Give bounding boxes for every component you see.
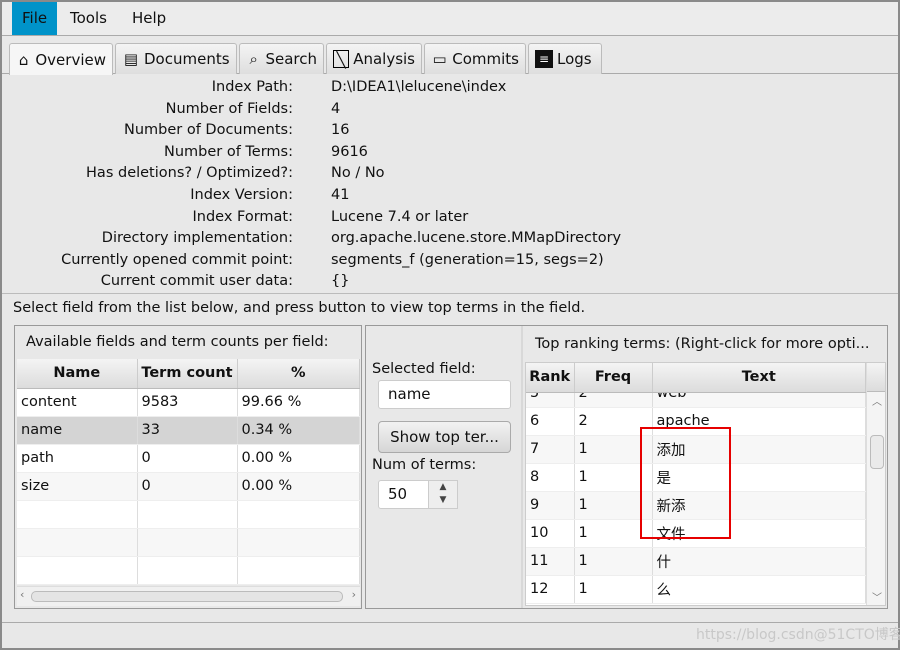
horizontal-scrollbar[interactable]: ‹ › (17, 586, 360, 606)
info-value: 16 (331, 122, 350, 139)
log-icon: ≡ (535, 50, 553, 68)
info-label: Index Path: (211, 79, 293, 95)
highlight-box (640, 427, 731, 539)
watermark: https://blog.csdn@51CTO博客 (696, 627, 900, 643)
status-bar (2, 622, 898, 623)
field-row[interactable]: content 9583 99.66 % (17, 388, 360, 417)
menu-help[interactable]: Help (122, 2, 176, 35)
col-rank[interactable]: Rank (526, 363, 575, 393)
tab-logs[interactable]: ≡ Logs (528, 43, 602, 74)
show-top-terms-button[interactable]: Show top ter... (378, 421, 511, 453)
info-value: org.apache.lucene.store.MMapDirectory (331, 230, 622, 247)
tab-documents[interactable]: ▤ Documents (115, 43, 237, 74)
decrement-button[interactable]: ▼ (429, 494, 457, 507)
field-row[interactable]: path 0 0.00 % (17, 444, 360, 473)
selected-field-label: Selected field: (372, 361, 476, 377)
info-value: D:\IDEA1\lelucene\index (331, 79, 507, 95)
info-label: Number of Documents: (123, 122, 293, 139)
divider (2, 293, 898, 294)
empty-row (17, 556, 360, 585)
menu-file[interactable]: File (12, 2, 58, 35)
info-value: 41 (331, 187, 350, 203)
increment-button[interactable]: ▲ (429, 481, 457, 494)
empty-row (17, 528, 360, 557)
info-label: Index Version: (190, 187, 293, 203)
instruction-text: Select field from the list below, and pr… (13, 300, 586, 316)
col-percent[interactable]: % (237, 359, 360, 389)
fields-title: Available fields and term counts per fie… (26, 334, 329, 350)
info-value: 9616 (331, 143, 368, 160)
info-value: No / No (331, 165, 385, 182)
tab-commits[interactable]: ▭ Commits (424, 43, 526, 74)
info-value: Lucene 7.4 or later (331, 208, 469, 225)
col-text[interactable]: Text (652, 363, 866, 393)
info-label: Currently opened commit point: (61, 251, 293, 268)
fields-table: Name Term count % content 9583 99.66 % name… (17, 359, 360, 585)
info-value: {} (331, 273, 350, 290)
field-row[interactable]: size 0 0.00 % (17, 472, 360, 501)
menu-tools[interactable]: Tools (60, 2, 117, 35)
info-label: Directory implementation: (101, 230, 293, 247)
documents-icon: ▤ (123, 50, 139, 68)
tab-overview[interactable]: ⌂ Overview (9, 43, 113, 75)
term-row[interactable]: 52web (526, 393, 866, 408)
empty-row (17, 500, 360, 529)
info-label: Number of Fields: (165, 100, 293, 117)
vertical-scrollbar[interactable]: ︿ ﹀ (866, 363, 885, 605)
info-value: segments_f (generation=15, segs=2) (331, 251, 604, 268)
terms-title: Top ranking terms: (Right-click for more… (535, 336, 870, 352)
field-row[interactable]: name 33 0.34 % (17, 416, 360, 445)
col-freq[interactable]: Freq (574, 363, 653, 393)
term-row[interactable]: 12 1 么 (526, 575, 866, 604)
tab-analysis[interactable]: ╲ Analysis (326, 43, 422, 74)
fields-panel: Available fields and term counts per fie… (14, 325, 362, 609)
info-value: 4 (331, 100, 341, 117)
col-name[interactable]: Name (17, 359, 138, 389)
info-label: Has deletions? / Optimized?: (86, 165, 293, 182)
menu-bar: File Tools Help (2, 2, 898, 36)
info-label: Index Format: (192, 208, 293, 225)
info-label: Number of Terms: (163, 143, 293, 160)
term-row[interactable]: 11 1 什 (526, 547, 866, 576)
info-label: Current commit user data: (100, 273, 293, 290)
selected-field-input[interactable]: name (378, 380, 511, 409)
search-icon: ⌕ (249, 50, 258, 68)
col-term-count[interactable]: Term count (137, 359, 238, 389)
pen-icon: ╲ (333, 50, 350, 69)
tab-search[interactable]: ⌕ Search (239, 43, 324, 74)
home-icon: ⌂ (18, 50, 29, 69)
num-terms-label: Num of terms: (372, 457, 477, 473)
terms-table: Rank Freq Text (526, 363, 866, 393)
terms-panel: Selected field: name Show top ter... Num… (365, 325, 888, 609)
disk-icon: ▭ (432, 50, 447, 68)
tab-bar: ⌂ Overview ▤ Documents ⌕ Search ╲ Analysis ▭… (2, 38, 898, 75)
